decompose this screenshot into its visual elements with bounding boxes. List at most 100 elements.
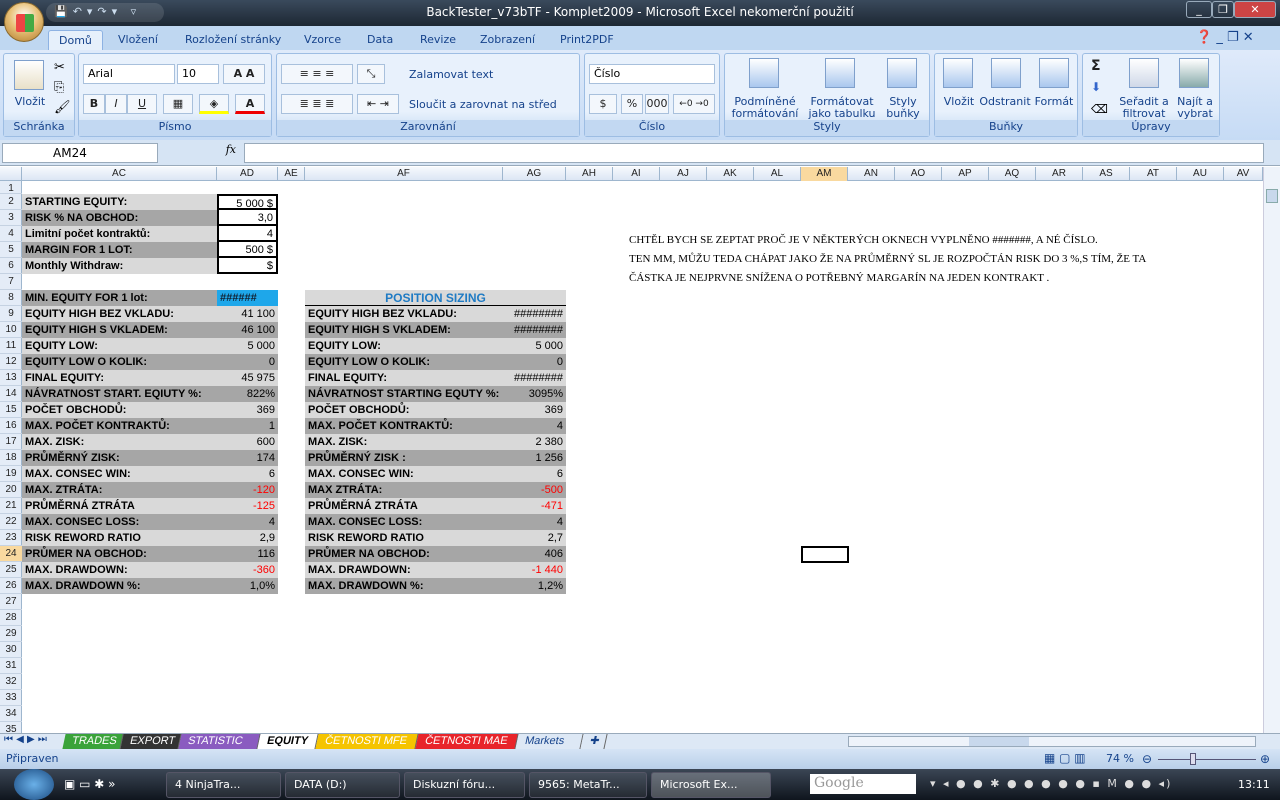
row-header[interactable]: 23 — [0, 530, 22, 546]
delete-cells-button[interactable]: Odstranit — [979, 96, 1031, 108]
row-header[interactable]: 32 — [0, 674, 22, 690]
taskbar-item-excel[interactable]: Microsoft Ex... — [651, 772, 771, 798]
row-header[interactable]: 22 — [0, 514, 22, 530]
quick-access-toolbar[interactable]: 💾↶▾↷▾ ▿ — [46, 3, 164, 22]
taskbar-item-data-drive[interactable]: DATA (D:) — [285, 772, 400, 798]
zoom-slider-thumb[interactable] — [1190, 753, 1196, 765]
row-header[interactable]: 6 — [0, 258, 22, 274]
paste-button[interactable]: Vložit — [10, 96, 50, 108]
cell-styles-button[interactable]: Styly buňky — [881, 96, 925, 120]
indent-icons[interactable]: ⇤ ⇥ — [357, 94, 399, 114]
start-button[interactable] — [14, 769, 54, 800]
row-header[interactable]: 12 — [0, 354, 22, 370]
office-button[interactable] — [4, 2, 44, 42]
column-header-al[interactable]: AL — [754, 167, 801, 181]
row-header[interactable]: 34 — [0, 706, 22, 722]
row-header[interactable]: 24 — [0, 546, 22, 562]
column-header-ag[interactable]: AG — [503, 167, 566, 181]
row-header[interactable]: 21 — [0, 498, 22, 514]
clear-icon[interactable]: ⌫ — [1091, 102, 1108, 116]
scroll-thumb[interactable] — [1266, 189, 1278, 203]
taskbar-item-ninjatrader[interactable]: 4 NinjaTra... — [166, 772, 281, 798]
cut-copy-format-icons[interactable]: ✂ ⎘ 🖌 — [54, 58, 71, 118]
help-icon[interactable]: ❓ _ ❐ ✕ — [1196, 30, 1254, 45]
row-header[interactable]: 19 — [0, 466, 22, 482]
font-name-select[interactable]: Arial — [83, 64, 175, 84]
row-header[interactable]: 7 — [0, 274, 22, 290]
active-cell[interactable] — [801, 546, 849, 563]
sort-filter-button[interactable]: Seřadit a filtrovat — [1115, 96, 1173, 120]
column-header-ai[interactable]: AI — [613, 167, 660, 181]
row-header[interactable]: 14 — [0, 386, 22, 402]
taskbar-item-forum[interactable]: Diskuzní fóru... — [404, 772, 525, 798]
insert-cells-button[interactable]: Vložit — [939, 96, 979, 108]
name-box[interactable]: AM24 — [2, 143, 158, 163]
sheet-tab-četnosti-mae[interactable]: ČETNOSTI MAE — [415, 734, 519, 749]
tab-review[interactable]: Revize — [410, 30, 466, 50]
quick-launch-icons[interactable]: ▣ ▭ ✱ » — [64, 777, 116, 791]
tab-print2pdf[interactable]: Print2PDF — [550, 30, 624, 50]
font-color-icon[interactable]: A — [235, 94, 265, 114]
system-tray-icons[interactable]: ▾ ◂ ● ● ✱ ● ● ● ● ● ▪ M ● ● ◂) — [930, 777, 1172, 790]
tab-home[interactable]: Domů — [48, 30, 103, 50]
sheet-nav-arrows[interactable]: ⏮ ◀ ▶ ⏭ — [4, 734, 47, 745]
insert-sheet-button[interactable]: ✚ — [580, 734, 608, 749]
merge-center-button[interactable]: Sloučit a zarovnat na střed — [409, 99, 557, 111]
scroll-thumb[interactable] — [969, 737, 1029, 746]
column-header-at[interactable]: AT — [1130, 167, 1177, 181]
format-as-table-button[interactable]: Formátovat jako tabulku — [803, 96, 881, 120]
row-header[interactable]: 16 — [0, 418, 22, 434]
column-header-ac[interactable]: AC — [22, 167, 217, 181]
font-size-select[interactable]: 10 — [177, 64, 219, 84]
sheet-tab-markets[interactable]: Markets — [515, 734, 584, 749]
borders-icon[interactable]: ▦ — [163, 94, 193, 114]
row-header[interactable]: 30 — [0, 642, 22, 658]
tab-page-layout[interactable]: Rozložení stránky — [175, 30, 291, 50]
horizontal-align-icons[interactable]: ≣ ≣ ≣ — [281, 94, 353, 114]
taskbar-item-metatrader[interactable]: 9565: MetaTr... — [529, 772, 647, 798]
row-header[interactable]: 1 — [0, 181, 22, 194]
column-header-ar[interactable]: AR — [1036, 167, 1083, 181]
zoom-out-button[interactable]: ⊖ — [1142, 752, 1152, 766]
row-header[interactable]: 29 — [0, 626, 22, 642]
view-buttons[interactable]: ▦ ▢ ▥ — [1044, 751, 1086, 765]
vertical-scrollbar[interactable] — [1263, 167, 1280, 733]
column-header-ao[interactable]: AO — [895, 167, 942, 181]
row-header[interactable]: 18 — [0, 450, 22, 466]
sheet-tab-statistic[interactable]: STATISTIC — [178, 734, 261, 749]
row-header[interactable]: 28 — [0, 610, 22, 626]
thousands-button[interactable]: 000 — [645, 94, 669, 114]
row-header[interactable]: 10 — [0, 322, 22, 338]
row-header[interactable]: 20 — [0, 482, 22, 498]
zoom-slider[interactable] — [1158, 759, 1256, 760]
input-value[interactable]: 500 $ — [217, 242, 278, 258]
zoom-level[interactable]: 74 % — [1106, 752, 1134, 765]
decimal-icons[interactable]: ←0 →0 — [673, 94, 715, 114]
input-value[interactable]: $ — [217, 258, 278, 274]
format-cells-button[interactable]: Formát — [1031, 96, 1077, 108]
column-header-aq[interactable]: AQ — [989, 167, 1036, 181]
column-header-as[interactable]: AS — [1083, 167, 1130, 181]
row-header[interactable]: 8 — [0, 290, 22, 306]
percent-button[interactable]: % — [621, 94, 643, 114]
formula-input[interactable] — [244, 143, 1264, 163]
number-format-select[interactable]: Číslo — [589, 64, 715, 84]
sheet-tab-trades[interactable]: TRADES — [62, 734, 124, 749]
tab-formulas[interactable]: Vzorce — [294, 30, 351, 50]
input-value[interactable]: 4 — [217, 226, 278, 242]
currency-icon[interactable]: $ — [589, 94, 617, 114]
tab-insert[interactable]: Vložení — [108, 30, 168, 50]
row-header[interactable]: 4 — [0, 226, 22, 242]
column-header-ae[interactable]: AE — [278, 167, 305, 181]
grow-shrink-font-icon[interactable]: A A — [223, 64, 265, 84]
row-header[interactable]: 3 — [0, 210, 22, 226]
column-header-ap[interactable]: AP — [942, 167, 989, 181]
column-header-aj[interactable]: AJ — [660, 167, 707, 181]
row-header[interactable]: 5 — [0, 242, 22, 258]
row-header[interactable]: 2 — [0, 194, 22, 210]
insert-function-button[interactable]: fx — [160, 143, 242, 163]
sheet-tab-equity[interactable]: EQUITY — [257, 734, 319, 749]
conditional-formatting-button[interactable]: Podmíněné formátování — [727, 96, 803, 120]
vertical-align-icons[interactable]: ≡ ≡ ≡ — [281, 64, 353, 84]
tab-data[interactable]: Data — [357, 30, 403, 50]
